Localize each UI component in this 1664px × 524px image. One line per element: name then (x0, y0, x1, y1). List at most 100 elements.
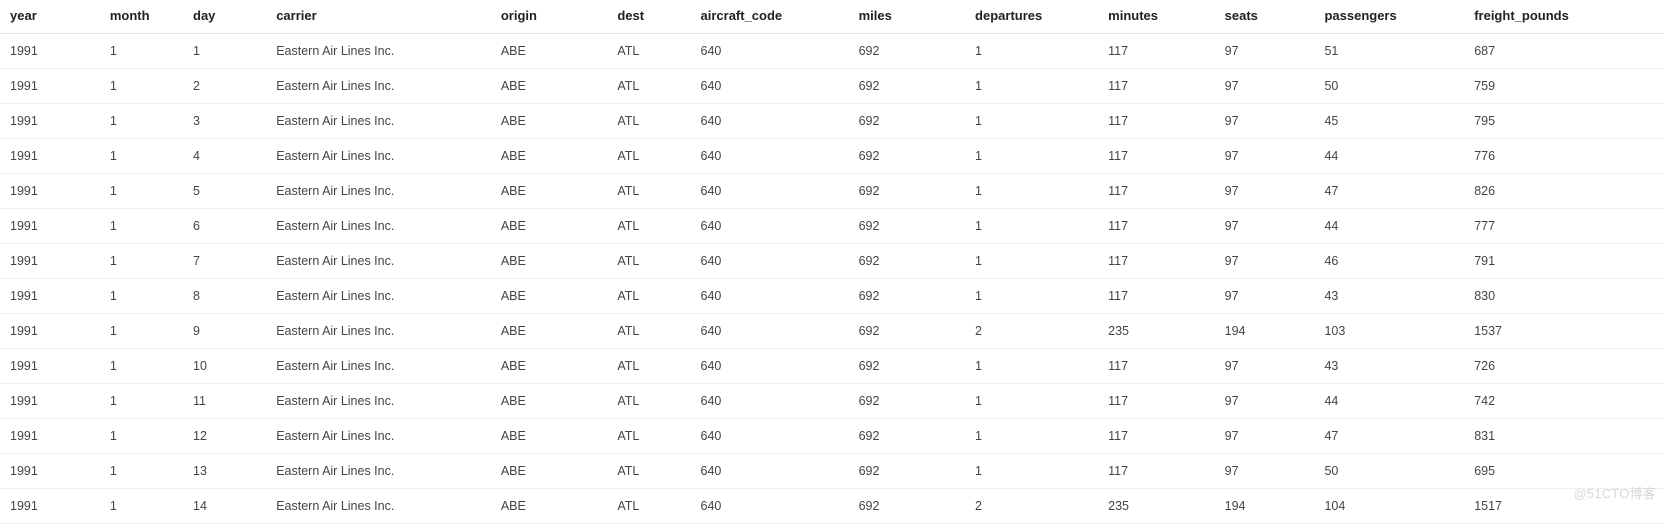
cell-departures: 1 (965, 104, 1098, 139)
table-row[interactable]: 1991114Eastern Air Lines Inc.ABEATL64069… (0, 489, 1664, 524)
cell-departures: 1 (965, 209, 1098, 244)
cell-aircraft_code: 640 (691, 349, 849, 384)
table-row[interactable]: 199116Eastern Air Lines Inc.ABEATL640692… (0, 209, 1664, 244)
cell-seats: 97 (1215, 209, 1315, 244)
cell-month: 1 (100, 209, 183, 244)
cell-year: 1991 (0, 349, 100, 384)
cell-minutes: 117 (1098, 209, 1214, 244)
table-row[interactable]: 1991112Eastern Air Lines Inc.ABEATL64069… (0, 419, 1664, 454)
cell-seats: 194 (1215, 314, 1315, 349)
cell-month: 1 (100, 349, 183, 384)
col-header-passengers[interactable]: passengers (1314, 0, 1464, 34)
table-row[interactable]: 1991110Eastern Air Lines Inc.ABEATL64069… (0, 349, 1664, 384)
cell-dest: ATL (607, 209, 690, 244)
table-row[interactable]: 199114Eastern Air Lines Inc.ABEATL640692… (0, 139, 1664, 174)
cell-month: 1 (100, 244, 183, 279)
col-header-carrier[interactable]: carrier (266, 0, 491, 34)
cell-freight_pounds: 777 (1464, 209, 1664, 244)
cell-departures: 1 (965, 69, 1098, 104)
table-row[interactable]: 1991113Eastern Air Lines Inc.ABEATL64069… (0, 454, 1664, 489)
cell-minutes: 117 (1098, 244, 1214, 279)
col-header-aircraft-code[interactable]: aircraft_code (691, 0, 849, 34)
cell-carrier: Eastern Air Lines Inc. (266, 454, 491, 489)
cell-aircraft_code: 640 (691, 104, 849, 139)
cell-minutes: 117 (1098, 104, 1214, 139)
cell-year: 1991 (0, 454, 100, 489)
cell-year: 1991 (0, 419, 100, 454)
cell-seats: 97 (1215, 244, 1315, 279)
cell-dest: ATL (607, 244, 690, 279)
cell-passengers: 50 (1314, 454, 1464, 489)
cell-dest: ATL (607, 454, 690, 489)
cell-miles: 692 (849, 384, 965, 419)
cell-year: 1991 (0, 174, 100, 209)
cell-carrier: Eastern Air Lines Inc. (266, 139, 491, 174)
cell-minutes: 117 (1098, 69, 1214, 104)
cell-dest: ATL (607, 314, 690, 349)
table-row[interactable]: 199119Eastern Air Lines Inc.ABEATL640692… (0, 314, 1664, 349)
cell-passengers: 51 (1314, 34, 1464, 69)
cell-minutes: 235 (1098, 489, 1214, 524)
cell-year: 1991 (0, 279, 100, 314)
table-row[interactable]: 199118Eastern Air Lines Inc.ABEATL640692… (0, 279, 1664, 314)
cell-dest: ATL (607, 349, 690, 384)
cell-origin: ABE (491, 34, 607, 69)
col-header-day[interactable]: day (183, 0, 266, 34)
col-header-month[interactable]: month (100, 0, 183, 34)
cell-dest: ATL (607, 419, 690, 454)
cell-miles: 692 (849, 139, 965, 174)
col-header-miles[interactable]: miles (849, 0, 965, 34)
cell-seats: 97 (1215, 349, 1315, 384)
col-header-minutes[interactable]: minutes (1098, 0, 1214, 34)
data-table: year month day carrier origin dest aircr… (0, 0, 1664, 524)
cell-freight_pounds: 742 (1464, 384, 1664, 419)
table-row[interactable]: 199117Eastern Air Lines Inc.ABEATL640692… (0, 244, 1664, 279)
cell-passengers: 103 (1314, 314, 1464, 349)
col-header-freight-pounds[interactable]: freight_pounds (1464, 0, 1664, 34)
col-header-origin[interactable]: origin (491, 0, 607, 34)
cell-passengers: 47 (1314, 419, 1464, 454)
cell-miles: 692 (849, 174, 965, 209)
cell-origin: ABE (491, 454, 607, 489)
cell-day: 9 (183, 314, 266, 349)
col-header-departures[interactable]: departures (965, 0, 1098, 34)
table-row[interactable]: 199111Eastern Air Lines Inc.ABEATL640692… (0, 34, 1664, 69)
col-header-year[interactable]: year (0, 0, 100, 34)
col-header-dest[interactable]: dest (607, 0, 690, 34)
cell-dest: ATL (607, 139, 690, 174)
cell-minutes: 117 (1098, 34, 1214, 69)
cell-departures: 1 (965, 384, 1098, 419)
cell-departures: 2 (965, 314, 1098, 349)
cell-origin: ABE (491, 384, 607, 419)
cell-year: 1991 (0, 489, 100, 524)
cell-dest: ATL (607, 279, 690, 314)
table-row[interactable]: 199115Eastern Air Lines Inc.ABEATL640692… (0, 174, 1664, 209)
cell-origin: ABE (491, 139, 607, 174)
cell-aircraft_code: 640 (691, 279, 849, 314)
table-row[interactable]: 199113Eastern Air Lines Inc.ABEATL640692… (0, 104, 1664, 139)
cell-origin: ABE (491, 489, 607, 524)
cell-miles: 692 (849, 349, 965, 384)
cell-miles: 692 (849, 69, 965, 104)
cell-miles: 692 (849, 279, 965, 314)
cell-miles: 692 (849, 104, 965, 139)
cell-carrier: Eastern Air Lines Inc. (266, 174, 491, 209)
cell-seats: 97 (1215, 69, 1315, 104)
cell-month: 1 (100, 384, 183, 419)
cell-origin: ABE (491, 209, 607, 244)
cell-freight_pounds: 830 (1464, 279, 1664, 314)
cell-miles: 692 (849, 244, 965, 279)
table-row[interactable]: 1991111Eastern Air Lines Inc.ABEATL64069… (0, 384, 1664, 419)
table-row[interactable]: 199112Eastern Air Lines Inc.ABEATL640692… (0, 69, 1664, 104)
cell-seats: 97 (1215, 174, 1315, 209)
cell-minutes: 235 (1098, 314, 1214, 349)
cell-passengers: 45 (1314, 104, 1464, 139)
cell-origin: ABE (491, 314, 607, 349)
cell-departures: 1 (965, 349, 1098, 384)
cell-minutes: 117 (1098, 384, 1214, 419)
cell-year: 1991 (0, 69, 100, 104)
cell-minutes: 117 (1098, 454, 1214, 489)
cell-carrier: Eastern Air Lines Inc. (266, 419, 491, 454)
col-header-seats[interactable]: seats (1215, 0, 1315, 34)
cell-day: 12 (183, 419, 266, 454)
